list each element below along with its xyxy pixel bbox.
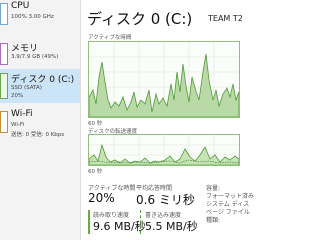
read-speed-value: 9.6 MB/秒 bbox=[93, 220, 146, 233]
sidebar-item-wifi[interactable]: Wi-Fi Wi-Fi 送信: 0 受信: 0 Kbps bbox=[0, 108, 80, 144]
sidebar-item-detail: 3.9/7.9 GB (49%) bbox=[11, 54, 59, 60]
sidebar-item-memory[interactable]: メモリ 3.9/7.9 GB (49%) bbox=[0, 40, 80, 70]
sidebar-item-usage: 20% bbox=[11, 93, 24, 99]
active-time-stat-value: 20% bbox=[88, 191, 115, 205]
transfer-rate-graph bbox=[88, 134, 240, 166]
cpu-graph-icon bbox=[0, 3, 8, 25]
sidebar-item-title: CPU bbox=[11, 1, 30, 11]
page-title: ディスク 0 (C:) bbox=[87, 10, 193, 28]
sidebar-item-throughput: 送信: 0 受信: 0 Kbps bbox=[11, 132, 65, 138]
active-time-graph bbox=[88, 41, 240, 118]
read-speed-marker bbox=[88, 210, 90, 234]
write-speed-value: 5.5 MB/秒 bbox=[145, 220, 198, 233]
transfer-x-label: 60 秒 bbox=[88, 169, 103, 175]
sidebar-item-detail: SSD (SATA) bbox=[11, 85, 42, 91]
write-speed-marker bbox=[140, 210, 143, 234]
sidebar: CPU 100% 3.00 GHz メモリ 3.9/7.9 GB (49%) デ… bbox=[0, 0, 80, 240]
avg-response-stat-value: 0.6 ミリ秒 bbox=[136, 193, 195, 207]
memory-graph-icon bbox=[0, 43, 8, 65]
active-time-x-label: 60 秒 bbox=[88, 121, 103, 127]
main-panel: ディスク 0 (C:) TEAM T2 アクティブな時間 60 秒 ディスクの転… bbox=[81, 0, 254, 240]
type-label: 種類: bbox=[206, 217, 221, 224]
sidebar-item-title: ディスク 0 (C:) bbox=[11, 75, 75, 85]
sidebar-item-cpu[interactable]: CPU 100% 3.00 GHz bbox=[0, 0, 80, 30]
sidebar-item-title: Wi-Fi bbox=[11, 109, 33, 119]
sidebar-item-title: メモリ bbox=[11, 44, 39, 54]
active-time-graph-label: アクティブな時間 bbox=[88, 35, 132, 41]
sidebar-item-detail: Wi-Fi bbox=[11, 122, 25, 128]
sidebar-item-detail: 100% 3.00 GHz bbox=[11, 14, 54, 20]
disk-graph-icon bbox=[0, 73, 8, 99]
wifi-graph-icon bbox=[0, 111, 8, 133]
disk-model: TEAM T2 bbox=[208, 14, 243, 23]
sidebar-item-disk[interactable]: ディスク 0 (C:) SSD (SATA) 20% bbox=[0, 69, 80, 103]
